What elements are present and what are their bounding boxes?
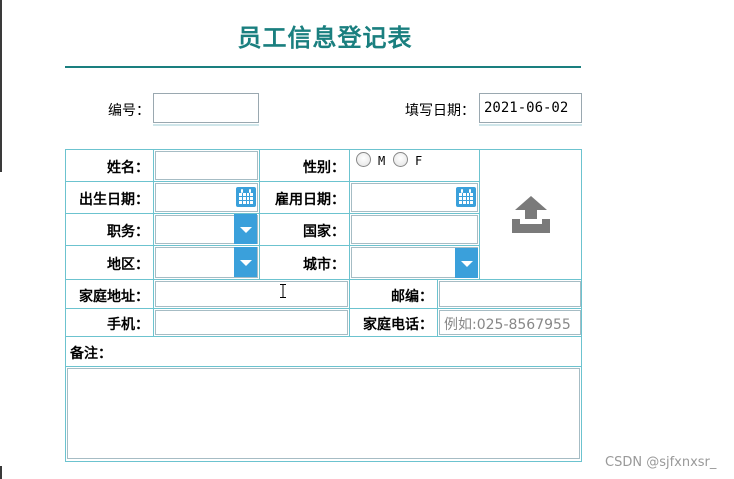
fill-date-label: 填写日期： [405, 103, 475, 119]
job-label: 职务： [107, 224, 149, 240]
city-label: 城市： [303, 257, 345, 273]
chevron-down-icon[interactable] [455, 248, 478, 278]
country-label: 国家： [303, 224, 345, 240]
gender-f-label: F [415, 154, 423, 168]
fill-date-input[interactable]: 2021-06-02 [479, 93, 582, 123]
calendar-icon[interactable] [456, 187, 476, 207]
home-phone-label: 家庭电话： [363, 317, 433, 333]
hire-label: 雇用日期： [275, 192, 345, 208]
remarks-label-cell [65, 336, 582, 367]
gender-label: 性别： [303, 160, 345, 176]
number-input[interactable] [153, 93, 259, 123]
number-input-underline [153, 124, 259, 126]
text-cursor-icon [279, 283, 287, 298]
upload-icon[interactable] [511, 195, 551, 235]
zip-label: 邮编： [391, 289, 433, 305]
fill-date-underline [479, 124, 582, 126]
remarks-textarea[interactable] [67, 368, 580, 459]
mobile-input[interactable] [155, 310, 348, 335]
page-title: 员工信息登记表 [237, 23, 413, 52]
chevron-down-icon[interactable] [234, 247, 257, 277]
title-divider [65, 66, 581, 68]
gender-m-label: M [378, 154, 386, 168]
number-label: 编号： [108, 103, 150, 119]
watermark: CSDN @sjfxnxsr_ [605, 455, 717, 470]
mobile-label: 手机： [107, 317, 149, 333]
chevron-down-icon[interactable] [234, 214, 257, 244]
gender-radio-f[interactable] [393, 152, 408, 167]
country-input[interactable] [351, 215, 478, 244]
region-label: 地区： [107, 257, 149, 273]
address-input[interactable] [155, 281, 348, 307]
calendar-icon[interactable] [236, 187, 256, 207]
home-phone-input[interactable]: 例如:025-8567955 [439, 310, 581, 335]
zip-input[interactable] [439, 281, 581, 307]
name-label: 姓名： [107, 160, 149, 176]
address-label: 家庭地址： [79, 289, 149, 305]
window-edge-bottom [0, 466, 2, 479]
name-input[interactable] [155, 151, 258, 180]
gender-radio-m[interactable] [356, 152, 371, 167]
remarks-label: 备注： [70, 346, 112, 362]
birth-label: 出生日期： [79, 192, 149, 208]
